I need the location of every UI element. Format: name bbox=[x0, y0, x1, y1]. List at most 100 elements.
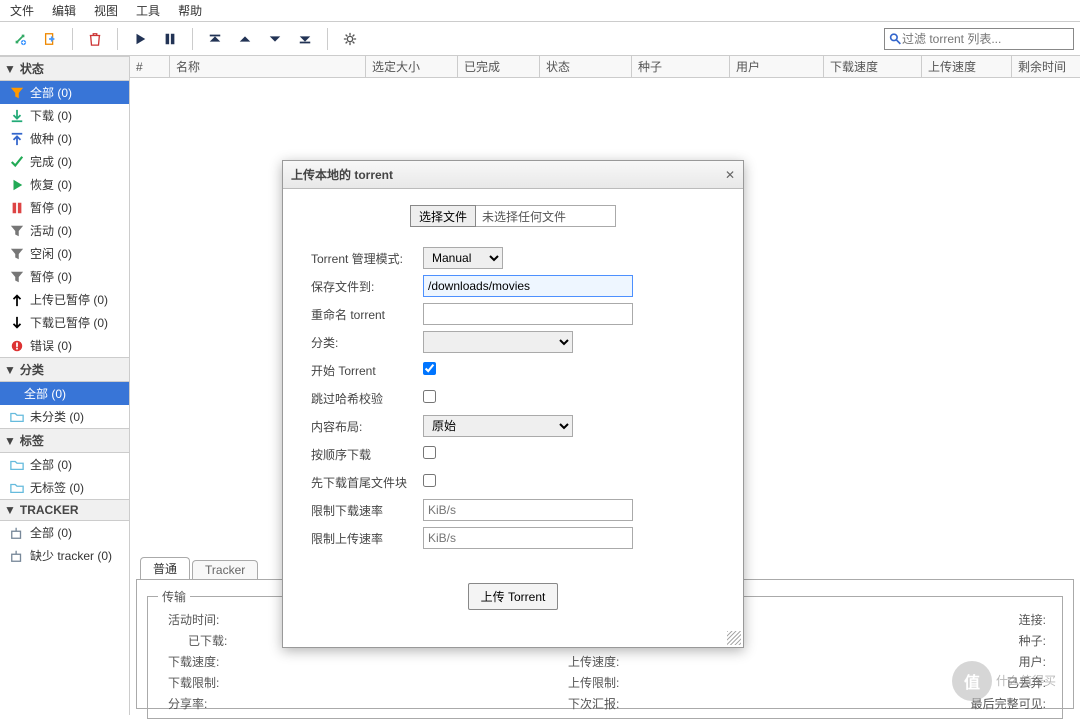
sidebar-item-stalled-down[interactable]: 下载已暂停 (0) bbox=[0, 311, 129, 334]
sidebar-item-active[interactable]: 活动 (0) bbox=[0, 219, 129, 242]
sidebar-item-completed[interactable]: 完成 (0) bbox=[0, 150, 129, 173]
filter-icon bbox=[10, 270, 24, 284]
menu-view[interactable]: 视图 bbox=[94, 2, 118, 19]
up-arrow-icon bbox=[10, 293, 24, 307]
col-status[interactable]: 状态 bbox=[540, 56, 632, 78]
toolbar bbox=[0, 22, 1080, 56]
error-icon bbox=[10, 339, 24, 353]
sidebar-item-paused[interactable]: 暂停 (0) bbox=[0, 196, 129, 219]
collapse-icon: ▼ bbox=[4, 363, 16, 377]
sidebar-item-errored[interactable]: 错误 (0) bbox=[0, 334, 129, 357]
col-done[interactable]: 已完成 bbox=[458, 56, 540, 78]
start-checkbox[interactable] bbox=[423, 362, 436, 375]
dl-limit-input[interactable] bbox=[423, 499, 633, 521]
upload-icon bbox=[10, 132, 24, 146]
sidebar-item-downloading[interactable]: 下载 (0) bbox=[0, 104, 129, 127]
check-icon bbox=[10, 155, 24, 169]
start-button[interactable] bbox=[126, 25, 154, 53]
upload-torrent-button[interactable]: 上传 Torrent bbox=[468, 583, 559, 610]
play-icon bbox=[10, 178, 24, 192]
search-box[interactable] bbox=[884, 28, 1074, 50]
lbl-category: 分类: bbox=[311, 334, 423, 351]
col-size[interactable]: 选定大小 bbox=[366, 56, 458, 78]
collapse-icon: ▼ bbox=[4, 503, 16, 517]
rename-input[interactable] bbox=[423, 303, 633, 325]
lbl-seeds: 种子: bbox=[958, 632, 1052, 649]
col-dlspeed[interactable]: 下载速度 bbox=[824, 56, 922, 78]
pause-icon bbox=[10, 201, 24, 215]
lbl-peers: 用户: bbox=[958, 653, 1052, 670]
file-name-text: 未选择任何文件 bbox=[476, 205, 616, 227]
lbl-dlspeed: 下载速度: bbox=[158, 653, 358, 670]
sidebar-tag-all: 全部 (0) bbox=[0, 453, 129, 476]
tracker-icon bbox=[10, 526, 24, 540]
table-header: # 名称 选定大小 已完成 状态 种子 用户 下载速度 上传速度 剩余时间 bbox=[130, 56, 1080, 78]
menu-edit[interactable]: 编辑 bbox=[52, 2, 76, 19]
download-icon bbox=[10, 109, 24, 123]
add-link-button[interactable] bbox=[6, 25, 34, 53]
ul-limit-input[interactable] bbox=[423, 527, 633, 549]
tab-tracker[interactable]: Tracker bbox=[192, 560, 258, 579]
bottom-priority-button[interactable] bbox=[291, 25, 319, 53]
dialog-titlebar[interactable]: 上传本地的 torrent ✕ bbox=[283, 161, 743, 189]
lbl-nextannounce: 下次汇报: bbox=[558, 695, 758, 712]
sidebar-header-trackers[interactable]: ▼TRACKER bbox=[0, 499, 129, 521]
sidebar-item-seeding[interactable]: 做种 (0) bbox=[0, 127, 129, 150]
lbl-rename: 重命名 torrent bbox=[311, 306, 423, 323]
sidebar-item-paused2[interactable]: 暂停 (0) bbox=[0, 265, 129, 288]
filter-icon bbox=[10, 224, 24, 238]
save-path-input[interactable] bbox=[423, 275, 633, 297]
dialog-title-text: 上传本地的 torrent bbox=[291, 166, 393, 183]
sidebar-header-categories[interactable]: ▼分类 bbox=[0, 357, 129, 382]
down-arrow-icon bbox=[10, 316, 24, 330]
sidebar-cat-all[interactable]: 全部 (0) bbox=[0, 382, 129, 405]
top-priority-button[interactable] bbox=[201, 25, 229, 53]
tab-general[interactable]: 普通 bbox=[140, 557, 190, 579]
first-last-checkbox[interactable] bbox=[423, 474, 436, 487]
content-layout-select[interactable]: 原始 bbox=[423, 415, 573, 437]
sidebar-cat-uncategorized[interactable]: 未分类 (0) bbox=[0, 405, 129, 428]
sidebar-header-status[interactable]: ▼ 状态 bbox=[0, 56, 129, 81]
col-upspeed[interactable]: 上传速度 bbox=[922, 56, 1012, 78]
lbl-skiphash: 跳过哈希校验 bbox=[311, 390, 423, 407]
menu-help[interactable]: 帮助 bbox=[178, 2, 202, 19]
skip-hash-checkbox[interactable] bbox=[423, 390, 436, 403]
search-input[interactable] bbox=[902, 32, 1069, 46]
lbl-share: 分享率: bbox=[158, 695, 358, 712]
manage-mode-select[interactable]: Manual bbox=[423, 247, 503, 269]
delete-button[interactable] bbox=[81, 25, 109, 53]
increase-priority-button[interactable] bbox=[231, 25, 259, 53]
col-seeds[interactable]: 种子 bbox=[632, 56, 730, 78]
filter-icon bbox=[10, 247, 24, 261]
sidebar-tracker-all[interactable]: 全部 (0) bbox=[0, 521, 129, 544]
sidebar-header-tags[interactable]: ▼标签 bbox=[0, 428, 129, 453]
sidebar-tag-untagged[interactable]: 无标签 (0) bbox=[0, 476, 129, 499]
sidebar-item-all[interactable]: 全部 (0) bbox=[0, 81, 129, 104]
dialog-close-button[interactable]: ✕ bbox=[725, 168, 735, 182]
resize-handle[interactable] bbox=[727, 631, 741, 645]
col-name[interactable]: 名称 bbox=[170, 56, 366, 78]
decrease-priority-button[interactable] bbox=[261, 25, 289, 53]
sequential-checkbox[interactable] bbox=[423, 446, 436, 459]
pause-button[interactable] bbox=[156, 25, 184, 53]
lbl-ullimit: 上传限制: bbox=[558, 674, 758, 691]
choose-file-button[interactable]: 选择文件 bbox=[410, 205, 476, 227]
settings-button[interactable] bbox=[336, 25, 364, 53]
lbl-seqdl: 按顺序下载 bbox=[311, 446, 423, 463]
col-eta[interactable]: 剩余时间 bbox=[1012, 56, 1080, 78]
menu-tools[interactable]: 工具 bbox=[136, 2, 160, 19]
upload-dialog: 上传本地的 torrent ✕ 选择文件 未选择任何文件 Torrent 管理模… bbox=[282, 160, 744, 648]
filter-icon bbox=[10, 86, 24, 100]
col-index[interactable]: # bbox=[130, 56, 170, 78]
collapse-icon: ▼ bbox=[4, 434, 16, 448]
add-file-button[interactable] bbox=[36, 25, 64, 53]
category-select[interactable] bbox=[423, 331, 573, 353]
menubar: 文件 编辑 视图 工具 帮助 bbox=[0, 0, 1080, 22]
collapse-icon: ▼ bbox=[4, 62, 16, 76]
sidebar-item-stalled-up[interactable]: 上传已暂停 (0) bbox=[0, 288, 129, 311]
col-peers[interactable]: 用户 bbox=[730, 56, 824, 78]
sidebar-item-inactive[interactable]: 空闲 (0) bbox=[0, 242, 129, 265]
menu-file[interactable]: 文件 bbox=[10, 2, 34, 19]
sidebar-tracker-missing[interactable]: 缺少 tracker (0) bbox=[0, 544, 129, 567]
sidebar-item-resumed[interactable]: 恢复 (0) bbox=[0, 173, 129, 196]
